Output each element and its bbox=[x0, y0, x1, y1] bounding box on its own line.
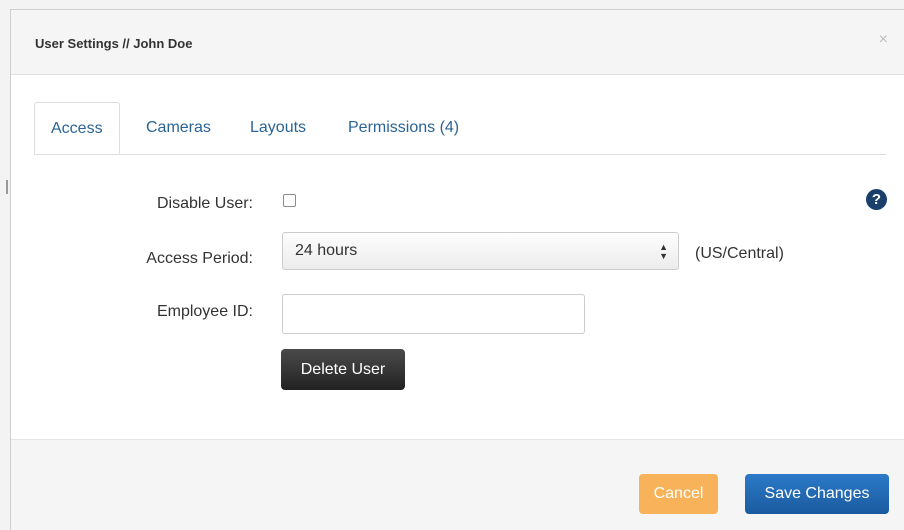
employee-id-input[interactable] bbox=[282, 294, 585, 334]
disable-user-label: Disable User: bbox=[156, 195, 253, 212]
modal-title: User Settings // John Doe bbox=[35, 36, 193, 51]
access-period-select[interactable]: 24 hours ▲ ▼ bbox=[282, 232, 679, 270]
modal-footer: Cancel Save Changes bbox=[11, 439, 904, 530]
access-period-value: 24 hours bbox=[295, 242, 358, 259]
tab-cameras[interactable]: Cameras bbox=[146, 102, 211, 154]
user-settings-modal: User Settings // John Doe × Access Camer… bbox=[10, 9, 904, 530]
cancel-button[interactable]: Cancel bbox=[639, 474, 718, 514]
select-arrows-icon: ▲ ▼ bbox=[659, 242, 668, 261]
help-icon[interactable]: ? bbox=[866, 189, 887, 210]
background-edge bbox=[6, 180, 8, 194]
modal-header: User Settings // John Doe × bbox=[11, 10, 904, 75]
tab-access[interactable]: Access bbox=[34, 102, 120, 154]
tab-bar: Access Cameras Layouts Permissions (4) bbox=[34, 102, 886, 155]
timezone-label: (US/Central) bbox=[695, 245, 784, 262]
close-icon[interactable]: × bbox=[879, 32, 888, 48]
employee-id-label: Employee ID: bbox=[156, 303, 253, 320]
disable-user-checkbox[interactable] bbox=[283, 194, 296, 207]
tab-permissions[interactable]: Permissions (4) bbox=[348, 102, 459, 154]
access-period-label: Access Period: bbox=[146, 250, 253, 267]
delete-user-button[interactable]: Delete User bbox=[281, 349, 405, 390]
tab-layouts[interactable]: Layouts bbox=[250, 102, 306, 154]
save-changes-button[interactable]: Save Changes bbox=[745, 474, 889, 514]
